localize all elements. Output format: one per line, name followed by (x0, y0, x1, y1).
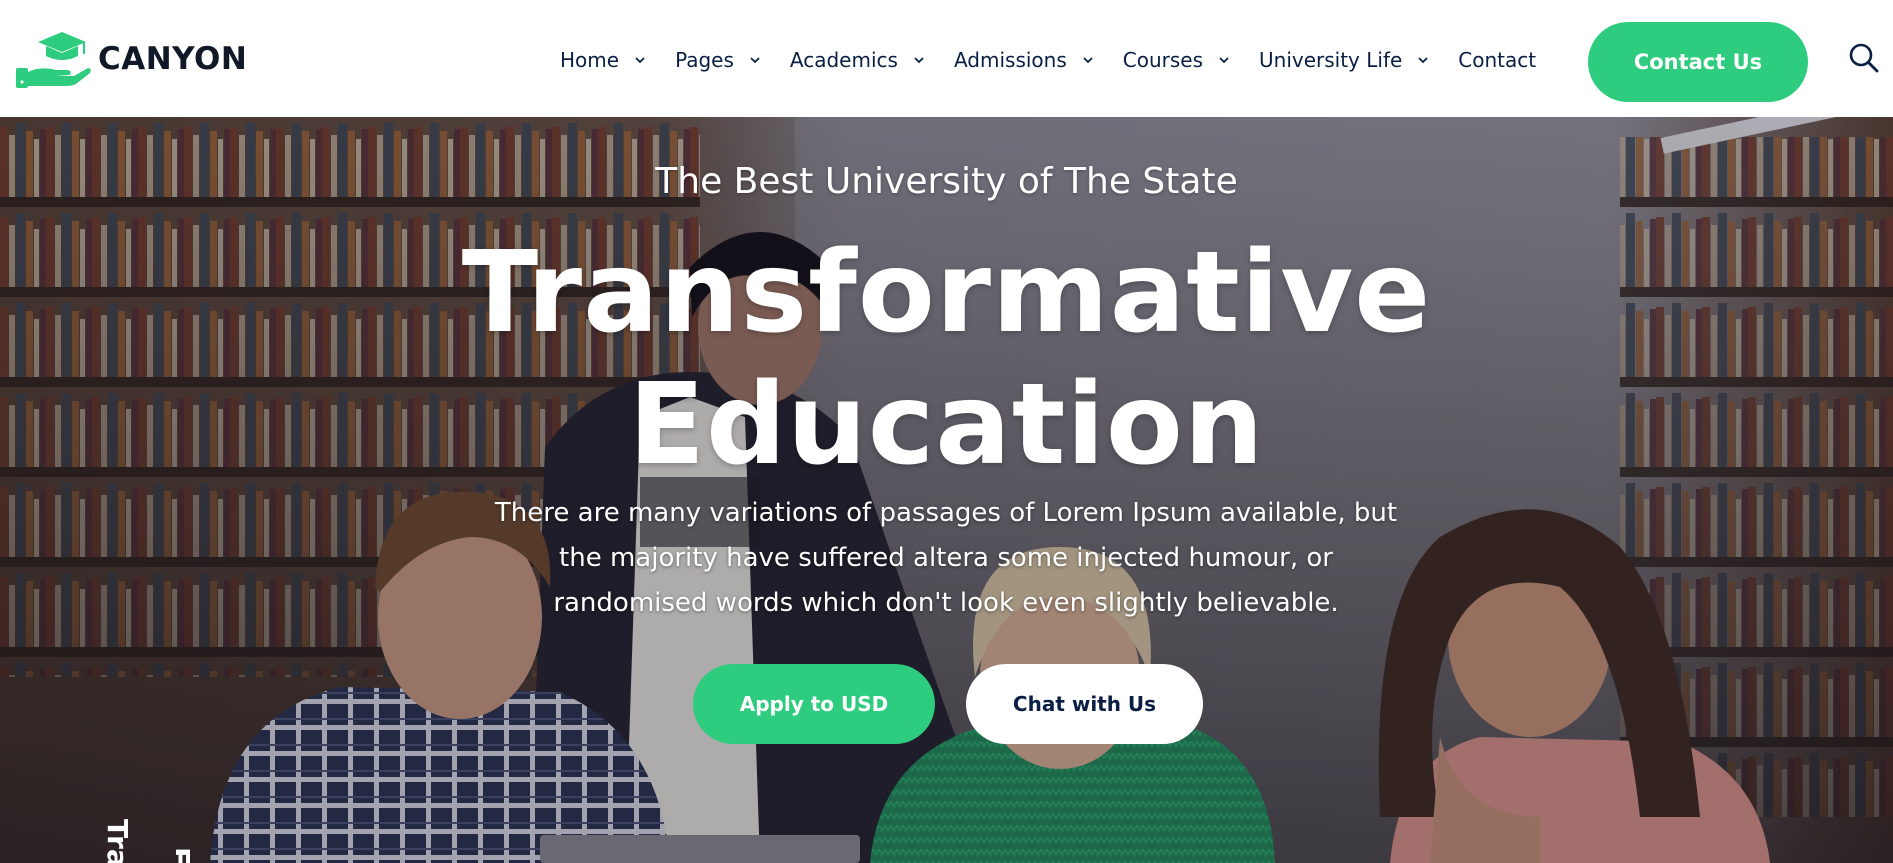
brand-name: CANYON (98, 41, 248, 77)
nav-item-university-life[interactable]: University Life (1259, 48, 1430, 72)
hero-section: The Best University of The State Transfo… (0, 117, 1893, 863)
main-nav: Home Pages Academics Admissions Courses … (560, 40, 1536, 80)
hero-eyebrow: The Best University of The State (655, 161, 1238, 202)
nav-item-home[interactable]: Home (560, 48, 647, 72)
chevron-down-icon (635, 57, 645, 64)
nav-item-label: Home (560, 48, 620, 72)
hero-button-row: Apply to USD Chat with Us (693, 664, 1203, 744)
nav-item-label: Courses (1122, 48, 1203, 72)
apply-button[interactable]: Apply to USD (693, 664, 935, 744)
nav-item-admissions[interactable]: Admissions (954, 48, 1095, 72)
chevron-down-icon (914, 57, 924, 64)
brand-logo[interactable]: CANYON (14, 28, 247, 90)
nav-item-contact[interactable]: Contact (1458, 48, 1536, 72)
hero-headline-line-1: Transformative (461, 228, 1432, 358)
nav-item-label: Contact (1458, 48, 1537, 72)
nav-item-courses[interactable]: Courses (1123, 48, 1231, 72)
chevron-down-icon (1083, 57, 1093, 64)
nav-item-academics[interactable]: Academics (790, 48, 926, 72)
hero-headline-line-2: Education (628, 360, 1265, 490)
hero-headline: Transformative Education (0, 227, 1893, 491)
nav-item-label: Academics (789, 48, 898, 72)
site-header: CANYON Home Pages Academics Admissions C… (0, 0, 1893, 117)
hero-lead-text: There are many variations of passages of… (494, 498, 1398, 618)
vertical-side-label-2: E (176, 847, 196, 863)
hero-content: The Best University of The State Transfo… (0, 117, 1893, 863)
search-icon[interactable] (1848, 42, 1880, 74)
chevron-down-icon (750, 57, 760, 64)
nav-item-label: Admissions (953, 48, 1067, 72)
chevron-down-icon (1418, 57, 1428, 64)
nav-item-label: University Life (1259, 48, 1403, 72)
contact-us-button[interactable]: Contact Us (1588, 22, 1808, 102)
chat-button[interactable]: Chat with Us (966, 664, 1203, 744)
nav-item-pages[interactable]: Pages (675, 48, 762, 72)
chevron-down-icon (1219, 57, 1229, 64)
graduation-cap-hand-icon (16, 32, 91, 88)
vertical-side-label: Tra (101, 819, 134, 863)
nav-item-label: Pages (675, 48, 734, 72)
